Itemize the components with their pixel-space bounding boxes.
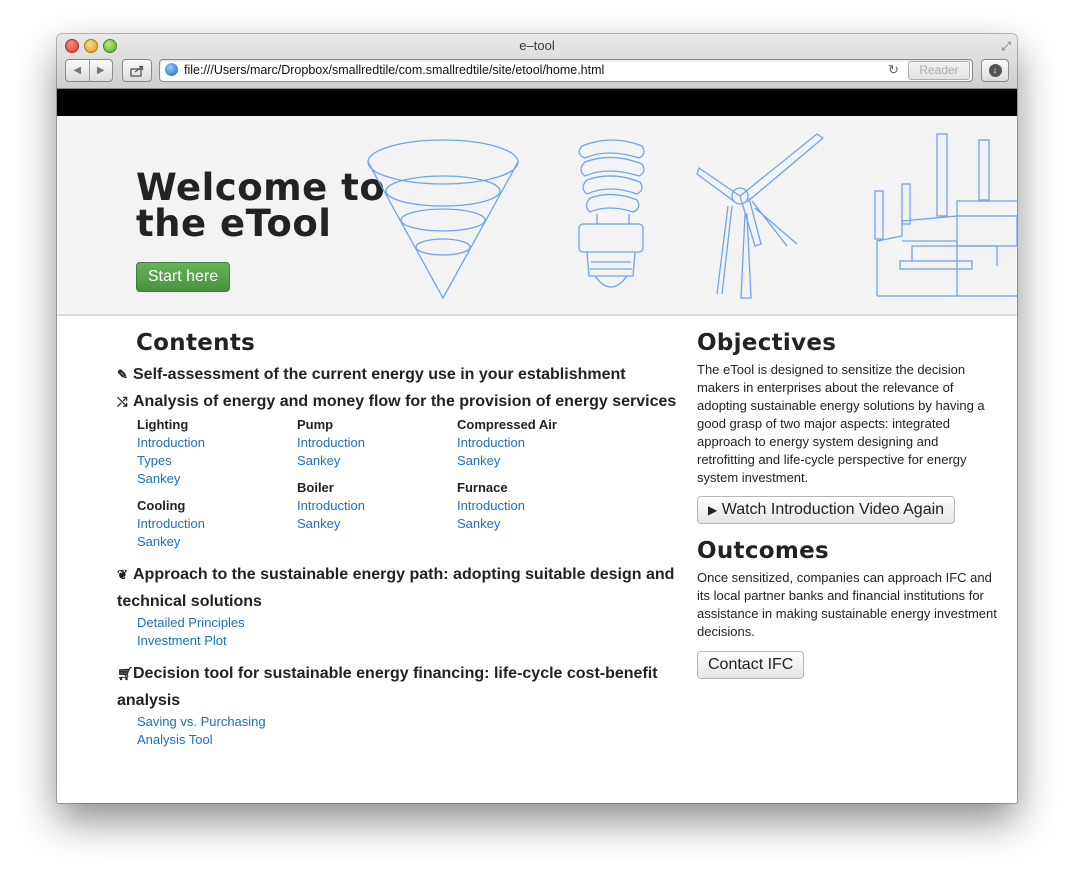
pump-sankey-link[interactable]: Sankey xyxy=(297,453,340,468)
leaf-icon: ❦ xyxy=(117,567,128,582)
group-compressed-air-title: Compressed Air xyxy=(457,417,557,432)
section-title: Self-assessment of the current energy us… xyxy=(133,366,626,383)
detailed-principles-link[interactable]: Detailed Principles xyxy=(137,615,245,630)
share-button[interactable] xyxy=(122,59,152,82)
lighting-types-link[interactable]: Types xyxy=(137,453,172,468)
outcomes-title: Outcomes xyxy=(697,538,830,564)
compressed-air-introduction-link[interactable]: Introduction xyxy=(457,435,525,450)
back-button[interactable]: ◀ xyxy=(66,60,89,81)
back-icon: ◀ xyxy=(73,65,82,76)
lighting-sankey-link[interactable]: Sankey xyxy=(137,471,180,486)
factory-icon xyxy=(874,133,1017,297)
lighting-introduction-link[interactable]: Introduction xyxy=(137,435,205,450)
forward-button[interactable]: ▶ xyxy=(88,60,113,81)
cart-icon: 🛒︎ xyxy=(117,666,134,681)
play-icon: ▶ xyxy=(708,503,718,517)
cooling-sankey-link[interactable]: Sankey xyxy=(137,534,180,549)
fullscreen-icon[interactable]: ⤢ xyxy=(1001,39,1011,54)
download-icon: ↓ xyxy=(988,64,1002,77)
section-title: Analysis of energy and money flow for th… xyxy=(133,393,677,410)
downloads-button[interactable]: ↓ xyxy=(981,59,1009,82)
start-here-button[interactable]: Start here xyxy=(136,262,230,292)
analysis-tool-link[interactable]: Analysis Tool xyxy=(137,732,213,747)
reader-button[interactable]: Reader xyxy=(908,61,970,80)
section-decision-tool[interactable]: 🛒︎Decision tool for sustainable energy f… xyxy=(117,660,677,714)
hero-title-line2: the eTool xyxy=(136,202,332,245)
browser-window: e–tool ⤢ ◀ ▶ file:///Users/marc/Dropbox/… xyxy=(57,34,1017,803)
title-bar: e–tool ⤢ ◀ ▶ file:///Users/marc/Dropbox/… xyxy=(57,34,1017,89)
window-title: e–tool xyxy=(519,38,555,53)
contents-title: Contents xyxy=(136,330,256,356)
url-text[interactable]: file:///Users/marc/Dropbox/smallredtile/… xyxy=(184,63,604,77)
section-title: Decision tool for sustainable energy fin… xyxy=(117,665,658,709)
reload-icon[interactable]: ↻ xyxy=(888,62,899,78)
boiler-introduction-link[interactable]: Introduction xyxy=(297,498,365,513)
watch-video-button[interactable]: ▶ Watch Introduction Video Again xyxy=(697,496,956,524)
saving-vs-purchasing-link[interactable]: Saving vs. Purchasing xyxy=(137,714,266,729)
section-sustainable-path[interactable]: ❦ Approach to the sustainable energy path… xyxy=(117,561,677,615)
group-boiler-title: Boiler xyxy=(297,480,334,495)
group-furnace-title: Furnace xyxy=(457,480,508,495)
shuffle-icon: ⤭ xyxy=(117,394,128,409)
forward-icon: ▶ xyxy=(96,65,105,76)
compressed-air-sankey-link[interactable]: Sankey xyxy=(457,453,500,468)
watch-video-label: Watch Introduction Video Again xyxy=(721,501,945,518)
wind-turbine-icon xyxy=(696,133,825,299)
investment-plot-link[interactable]: Investment Plot xyxy=(137,633,227,648)
outcomes-text: Once sensitized, companies can approach … xyxy=(697,570,997,639)
furnace-sankey-link[interactable]: Sankey xyxy=(457,516,500,531)
light-bulb-icon xyxy=(578,139,645,288)
furnace-introduction-link[interactable]: Introduction xyxy=(457,498,525,513)
boiler-sankey-link[interactable]: Sankey xyxy=(297,516,340,531)
hero-banner: Welcome to the eTool Start here xyxy=(57,116,1017,316)
pump-introduction-link[interactable]: Introduction xyxy=(297,435,365,450)
section-energy-flow[interactable]: ⤭ Analysis of energy and money flow for t… xyxy=(117,393,676,411)
group-pump-title: Pump xyxy=(297,417,334,432)
address-bar[interactable]: file:///Users/marc/Dropbox/smallredtile/… xyxy=(159,59,973,82)
share-icon xyxy=(130,65,144,77)
pencil-icon: ✎ xyxy=(117,367,128,382)
hero-title: Welcome to the eTool xyxy=(136,169,385,245)
objectives-title: Objectives xyxy=(697,330,837,356)
contact-ifc-button[interactable]: Contact IFC xyxy=(697,651,805,679)
group-lighting-title: Lighting xyxy=(137,417,189,432)
energy-illustration xyxy=(367,133,1017,300)
top-nav-bar xyxy=(57,89,1017,116)
section-title: Approach to the sustainable energy path:… xyxy=(117,566,675,610)
objectives-text: The eTool is designed to sensitize the d… xyxy=(697,362,985,485)
globe-icon xyxy=(165,63,178,76)
funnel-icon xyxy=(367,139,519,300)
section-self-assessment[interactable]: ✎ Self-assessment of the current energy u… xyxy=(117,366,626,384)
nav-buttons: ◀ ▶ xyxy=(65,59,113,82)
cooling-introduction-link[interactable]: Introduction xyxy=(137,516,205,531)
group-cooling-title: Cooling xyxy=(137,498,186,513)
